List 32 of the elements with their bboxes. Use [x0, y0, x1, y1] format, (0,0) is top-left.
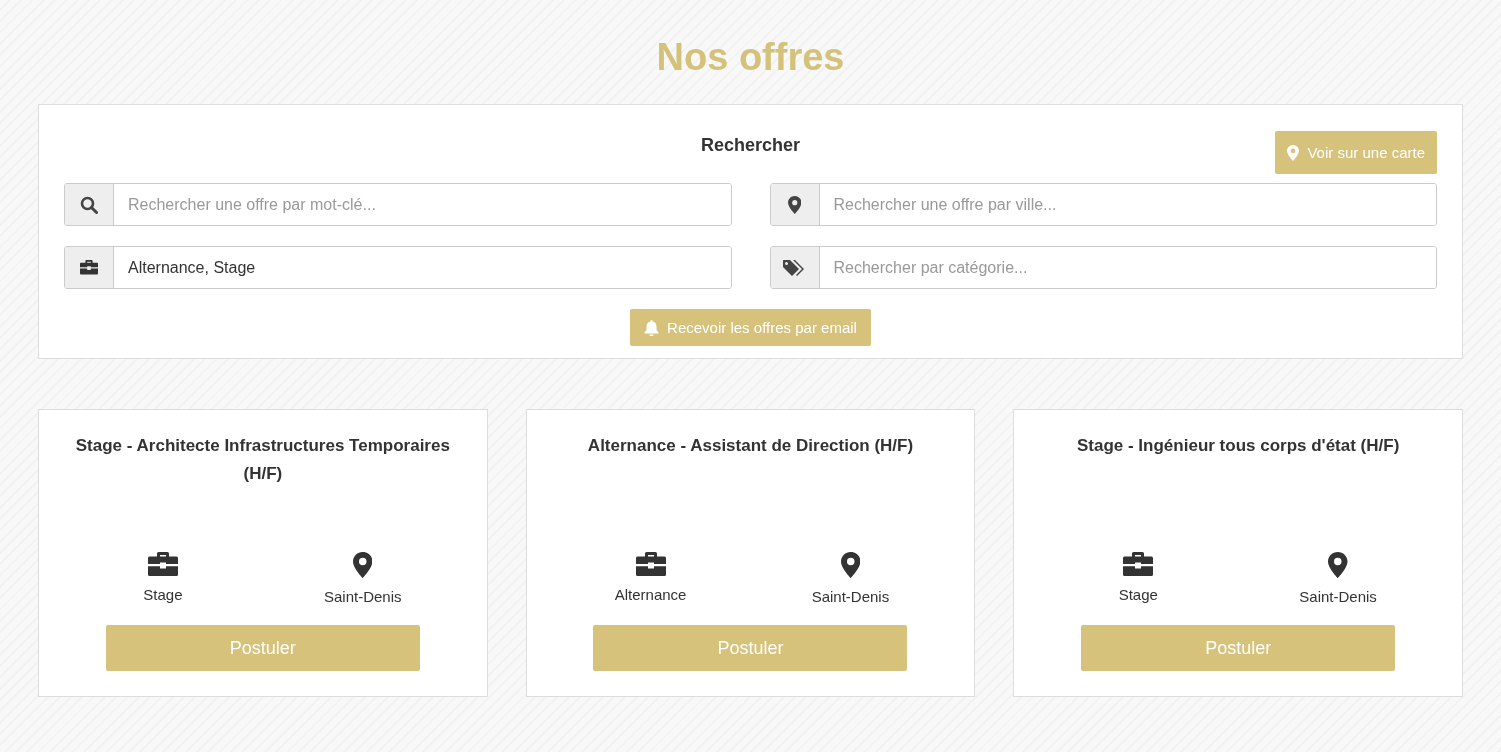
map-pin-icon — [840, 552, 861, 578]
briefcase-icon — [635, 552, 666, 576]
page-title: Nos offres — [655, 35, 846, 80]
apply-button[interactable]: Postuler — [593, 625, 908, 671]
contract-type: Stage — [1118, 586, 1158, 603]
briefcase-icon — [1123, 552, 1154, 576]
briefcase-icon — [80, 260, 98, 275]
contract-type: Alternance — [614, 586, 687, 603]
tags-icon — [782, 258, 807, 277]
job-title: Stage - Architecte Infrastructures Temporaires (H/F) — [74, 435, 451, 485]
apply-button[interactable]: Postuler — [1081, 625, 1396, 671]
job-location: Saint-Denis — [811, 588, 890, 605]
map-pin-icon — [787, 195, 802, 214]
job-location: Saint-Denis — [323, 588, 402, 605]
map-pin-icon — [1328, 552, 1348, 578]
apply-button[interactable]: Postuler — [105, 625, 420, 671]
job-location: Saint-Denis — [1299, 588, 1377, 605]
job-title: Stage - Ingénieur tous corps d'état (H/F) — [1075, 435, 1401, 457]
category-search-field[interactable]: Rechercher par catégorie... — [769, 246, 1437, 289]
briefcase-icon — [147, 552, 178, 576]
map-pin-icon — [353, 552, 373, 578]
city-search-field[interactable]: Rechercher une offre par ville... — [769, 183, 1437, 226]
map-view-button[interactable]: Voir sur une carte — [1275, 131, 1437, 174]
keyword-search-field[interactable]: Rechercher une offre par mot-clé... — [64, 183, 732, 226]
map-pin-icon — [1287, 144, 1300, 161]
bell-icon — [644, 319, 660, 336]
email-alert-button[interactable]: Recevoir les offres par email — [630, 309, 871, 346]
contract-type-field[interactable]: Alternance, Stage — [64, 246, 732, 289]
search-icon — [80, 195, 98, 214]
search-heading: Rechercher — [700, 135, 801, 157]
contract-type: Stage — [143, 586, 183, 603]
job-title: Alternance - Assistant de Direction (H/F) — [586, 435, 915, 457]
